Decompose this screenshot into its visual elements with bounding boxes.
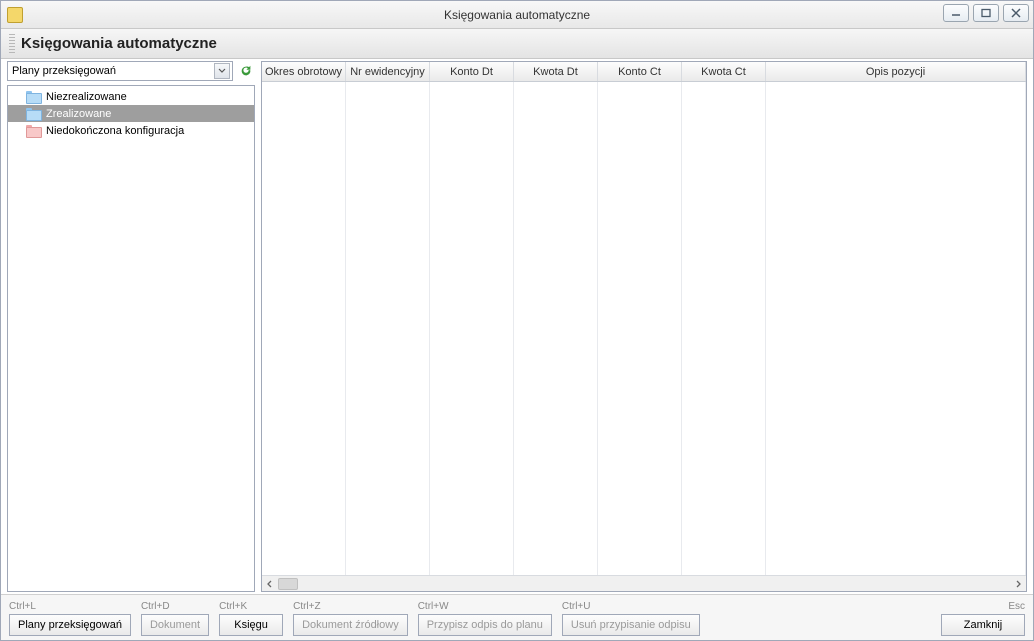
- scroll-left-icon[interactable]: [262, 577, 278, 591]
- hint: Ctrl+U: [562, 601, 591, 612]
- page-title: Księgowania automatyczne: [21, 35, 217, 52]
- chevron-down-icon: [214, 63, 230, 79]
- hint: Esc: [1008, 601, 1025, 612]
- plan-combo[interactable]: Plany przeksięgowań: [7, 61, 233, 81]
- zamknij-button[interactable]: Zamknij: [941, 614, 1025, 636]
- hint: Ctrl+W: [418, 601, 449, 612]
- hint: Ctrl+D: [141, 601, 170, 612]
- footer-dokzrodlowy: Ctrl+Z Dokument źródłowy: [293, 601, 408, 636]
- ksiegu-button[interactable]: Księgu: [219, 614, 283, 636]
- body: Plany przeksięgowań Niezrealizowane: [1, 59, 1033, 594]
- footer-przypisz: Ctrl+W Przypisz odpis do planu: [418, 601, 552, 636]
- tree-item-niedokonczona[interactable]: Niedokończona konfiguracja: [8, 122, 254, 139]
- window-buttons: [943, 4, 1029, 22]
- scroll-thumb[interactable]: [278, 578, 298, 590]
- tree-item-label: Niezrealizowane: [46, 91, 127, 103]
- footer-usun: Ctrl+U Usuń przypisanie odpisu: [562, 601, 700, 636]
- close-button[interactable]: [1003, 4, 1029, 22]
- usun-przypisanie-button: Usuń przypisanie odpisu: [562, 614, 700, 636]
- dokument-button: Dokument: [141, 614, 209, 636]
- tree-item-label: Niedokończona konfiguracja: [46, 125, 184, 137]
- horizontal-scrollbar[interactable]: [262, 575, 1026, 591]
- col-okres[interactable]: Okres obrotowy: [262, 62, 346, 81]
- grid-body[interactable]: [262, 82, 1026, 575]
- footer-dokument: Ctrl+D Dokument: [141, 601, 209, 636]
- combo-row: Plany przeksięgowań: [7, 61, 255, 81]
- footer-close: Esc Zamknij: [941, 601, 1025, 636]
- tree-item-label: Zrealizowane: [46, 108, 111, 120]
- left-panel: Plany przeksięgowań Niezrealizowane: [7, 61, 255, 592]
- window-title: Księgowania automatyczne: [1, 8, 1033, 22]
- folder-icon: [26, 125, 40, 136]
- grid-area: Okres obrotowy Nr ewidencyjny Konto Dt K…: [261, 61, 1027, 592]
- col-konto-dt[interactable]: Konto Dt: [430, 62, 514, 81]
- col-nrewid[interactable]: Nr ewidencyjny: [346, 62, 430, 81]
- header-bar: Księgowania automatyczne: [1, 29, 1033, 59]
- maximize-button[interactable]: [973, 4, 999, 22]
- minimize-button[interactable]: [943, 4, 969, 22]
- titlebar[interactable]: Księgowania automatyczne: [1, 1, 1033, 29]
- grid-header: Okres obrotowy Nr ewidencyjny Konto Dt K…: [262, 62, 1026, 82]
- col-kwota-dt[interactable]: Kwota Dt: [514, 62, 598, 81]
- hint: Ctrl+K: [219, 601, 247, 612]
- footer: Ctrl+L Plany przeksięgowań Ctrl+D Dokume…: [1, 594, 1033, 640]
- plany-button[interactable]: Plany przeksięgowań: [9, 614, 131, 636]
- dokument-zrodlowy-button: Dokument źródłowy: [293, 614, 408, 636]
- col-opis[interactable]: Opis pozycji: [766, 62, 1026, 81]
- przypisz-odpis-button: Przypisz odpis do planu: [418, 614, 552, 636]
- hint: Ctrl+Z: [293, 601, 321, 612]
- footer-ksiegu: Ctrl+K Księgu: [219, 601, 283, 636]
- hint: Ctrl+L: [9, 601, 36, 612]
- plan-tree[interactable]: Niezrealizowane Zrealizowane Niedokończo…: [7, 85, 255, 592]
- tree-item-niezrealizowane[interactable]: Niezrealizowane: [8, 88, 254, 105]
- folder-icon: [26, 108, 40, 119]
- tree-item-zrealizowane[interactable]: Zrealizowane: [8, 105, 254, 122]
- col-konto-ct[interactable]: Konto Ct: [598, 62, 682, 81]
- footer-plany: Ctrl+L Plany przeksięgowań: [9, 601, 131, 636]
- refresh-icon: [239, 64, 253, 78]
- app-window: Księgowania automatyczne Księgowania aut…: [0, 0, 1034, 641]
- col-kwota-ct[interactable]: Kwota Ct: [682, 62, 766, 81]
- refresh-button[interactable]: [237, 62, 255, 80]
- app-icon: [7, 7, 23, 23]
- plan-combo-label: Plany przeksięgowań: [12, 65, 116, 77]
- folder-icon: [26, 91, 40, 102]
- grip-icon: [9, 34, 15, 54]
- scroll-right-icon[interactable]: [1010, 577, 1026, 591]
